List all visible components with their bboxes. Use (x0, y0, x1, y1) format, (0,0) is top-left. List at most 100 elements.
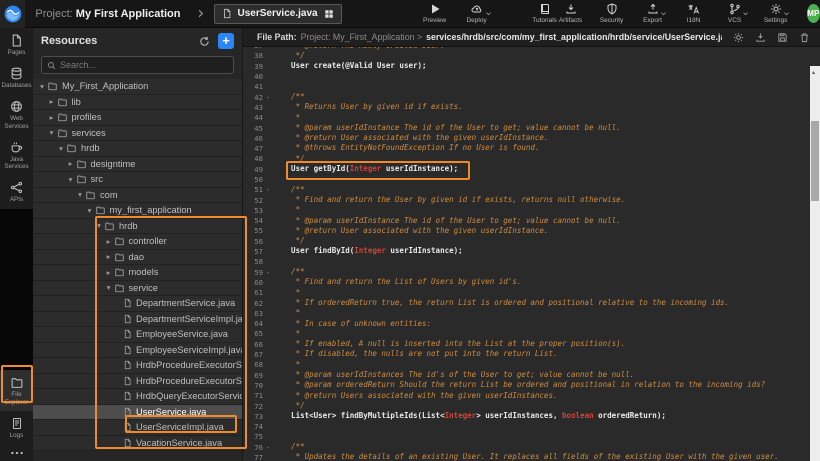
tree-item-profiles[interactable]: ▸profiles (33, 110, 242, 126)
refresh-icon[interactable] (199, 36, 210, 47)
code-line-77[interactable]: 77 * Updates the details of an existing … (243, 452, 810, 461)
code-line-41[interactable]: 41 (243, 82, 810, 92)
search-box[interactable] (41, 56, 234, 74)
chevron-expanded-icon[interactable]: ▾ (85, 206, 95, 215)
tree-item-hrdb[interactable]: ▾hrdb (33, 219, 242, 235)
code-line-46[interactable]: 46 * @return User associated with the gi… (243, 133, 810, 143)
chevron-right-icon[interactable] (195, 8, 206, 19)
add-resource-button[interactable]: + (218, 33, 234, 49)
topbar-button-deploy[interactable]: Deploy (464, 3, 490, 24)
tree-item-hrdbprocedureexecutorse[interactable]: HrdbProcedureExecutorSe (33, 358, 242, 374)
code-line-73[interactable]: 73 List<User> findByMultipleIds(List<Int… (243, 411, 810, 421)
code-line-57[interactable]: 57 User findById(Integer userIdInstance)… (243, 246, 810, 256)
topbar-button-vcs[interactable]: VCS (722, 3, 748, 24)
code-line-64[interactable]: 64 * In case of unknown entities: (243, 319, 810, 329)
code-line-44[interactable]: 44 * (243, 113, 810, 123)
save-icon[interactable] (777, 32, 788, 43)
code-line-39[interactable]: 39 User create(@Valid User user); (243, 61, 810, 71)
sidebar-item-item[interactable] (0, 444, 33, 461)
sidebar-item-logs[interactable]: Logs (0, 411, 33, 444)
topbar-button-settings[interactable]: Settings (763, 3, 789, 24)
sidebar-item-web-services[interactable]: Web Services (0, 94, 33, 134)
code-line-70[interactable]: 70 * @param orderedReturn Should the ret… (243, 380, 810, 390)
code-line-58[interactable]: 58 (243, 257, 810, 267)
code-line-54[interactable]: 54 * @param userIdInstance The id of the… (243, 216, 810, 226)
tree-item-dao[interactable]: ▸dao (33, 250, 242, 266)
code-line-55[interactable]: 55 * @return User associated with the gi… (243, 226, 810, 236)
code-line-60[interactable]: 60 * Find and return the List of Users b… (243, 277, 810, 287)
code-area[interactable]: 37 * @return The newly created User.38 *… (243, 47, 820, 461)
tree-item-userserviceimpl-java[interactable]: UserServiceImpl.java (33, 420, 242, 436)
topbar-button-i18n[interactable]: I18N (681, 3, 707, 24)
tree-item-controller[interactable]: ▸controller (33, 234, 242, 250)
user-avatar[interactable]: MP (807, 4, 820, 23)
tree-item-hrdbprocedureexecutorse[interactable]: HrdbProcedureExecutorSe (33, 374, 242, 390)
code-line-51[interactable]: 51- /** (243, 185, 810, 195)
code-line-65[interactable]: 65 * (243, 329, 810, 339)
fold-marker-icon[interactable]: - (263, 93, 273, 102)
tree-item-service[interactable]: ▾service (33, 281, 242, 297)
code-line-59[interactable]: 59- /** (243, 267, 810, 277)
code-line-72[interactable]: 72 */ (243, 401, 810, 411)
code-line-69[interactable]: 69 * @param userIdInstances The id's of … (243, 370, 810, 380)
topbar-button-preview[interactable]: Preview (422, 3, 448, 24)
code-line-56[interactable]: 56 */ (243, 236, 810, 246)
code-line-71[interactable]: 71 * @return Users associated with the g… (243, 391, 810, 401)
code-line-48[interactable]: 48 */ (243, 154, 810, 164)
editor-scrollbar[interactable]: ▴ (810, 66, 820, 461)
chevron-expanded-icon[interactable]: ▾ (104, 283, 114, 292)
tree-item-hrdbqueryexecutorservice[interactable]: HrdbQueryExecutorService (33, 389, 242, 405)
chevron-collapsed-icon[interactable]: ▸ (104, 252, 114, 261)
app-logo[interactable] (0, 0, 25, 28)
chevron-expanded-icon[interactable]: ▾ (75, 190, 85, 199)
tree-item-com[interactable]: ▾com (33, 188, 242, 204)
code-line-38[interactable]: 38 */ (243, 51, 810, 61)
tree-item-models[interactable]: ▸models (33, 265, 242, 281)
code-line-74[interactable]: 74 (243, 421, 810, 431)
sidebar-item-databases[interactable]: Databases (0, 61, 33, 94)
code-line-66[interactable]: 66 * If enabled, A null is inserted into… (243, 339, 810, 349)
sidebar-item-file-explorer[interactable]: File Explorer (0, 370, 33, 410)
code-line-62[interactable]: 62 * If orderedReturn true, the return L… (243, 298, 810, 308)
chevron-expanded-icon[interactable]: ▾ (37, 82, 47, 91)
code-line-63[interactable]: 63 * (243, 308, 810, 318)
chevron-expanded-icon[interactable]: ▾ (47, 128, 57, 137)
code-line-40[interactable]: 40 (243, 71, 810, 81)
download-file-icon[interactable] (755, 32, 766, 43)
sidebar-item-apis[interactable]: APIs (0, 175, 33, 208)
chevron-expanded-icon[interactable]: ▾ (56, 144, 66, 153)
code-line-49[interactable]: 49 User getById(Integer userIdInstance); (243, 164, 810, 174)
code-line-43[interactable]: 43 * Returns User by given id if exists. (243, 102, 810, 112)
fold-marker-icon[interactable]: - (263, 268, 273, 277)
fold-marker-icon[interactable]: - (263, 443, 273, 452)
chevron-expanded-icon[interactable]: ▾ (94, 221, 104, 230)
tree-item-lib[interactable]: ▸lib (33, 95, 242, 111)
chevron-collapsed-icon[interactable]: ▸ (47, 97, 57, 106)
code-line-67[interactable]: 67 * If disabled, the nulls are not put … (243, 349, 810, 359)
topbar-button-tutorials[interactable]: Tutorials (532, 3, 558, 24)
chevron-collapsed-icon[interactable]: ▸ (47, 113, 57, 122)
tree-item-hrdb[interactable]: ▾hrdb (33, 141, 242, 157)
chevron-collapsed-icon[interactable]: ▸ (66, 159, 76, 168)
code-line-52[interactable]: 52 * Find and return the User by given i… (243, 195, 810, 205)
code-line-61[interactable]: 61 * (243, 288, 810, 298)
fold-marker-icon[interactable]: - (263, 185, 273, 194)
tree-item-employeeservice-java[interactable]: EmployeeService.java (33, 327, 242, 343)
tree-item-services[interactable]: ▾services (33, 126, 242, 142)
chevron-expanded-icon[interactable]: ▾ (66, 175, 76, 184)
code-line-50[interactable]: 50 (243, 174, 810, 184)
code-line-75[interactable]: 75 (243, 432, 810, 442)
editor-settings-gear-icon[interactable] (733, 32, 744, 43)
tree-item-my-first-application[interactable]: ▾my_first_application (33, 203, 242, 219)
tree-item-employeeserviceimpl-java[interactable]: EmployeeServiceImpl.java (33, 343, 242, 359)
sidebar-item-pages[interactable]: Pages (0, 28, 33, 61)
code-line-45[interactable]: 45 * @param userIdInstance The id of the… (243, 123, 810, 133)
code-line-47[interactable]: 47 * @throws EntityNotFoundException If … (243, 143, 810, 153)
tree-item-designtime[interactable]: ▸designtime (33, 157, 242, 173)
tree-item-vacationservice-java[interactable]: VacationService.java (33, 436, 242, 452)
tab-userservice-java[interactable]: UserService.java (214, 4, 342, 24)
chevron-collapsed-icon[interactable]: ▸ (104, 268, 114, 277)
code-line-68[interactable]: 68 * (243, 360, 810, 370)
chevron-collapsed-icon[interactable]: ▸ (104, 237, 114, 246)
topbar-button-export[interactable]: Export (640, 3, 666, 24)
